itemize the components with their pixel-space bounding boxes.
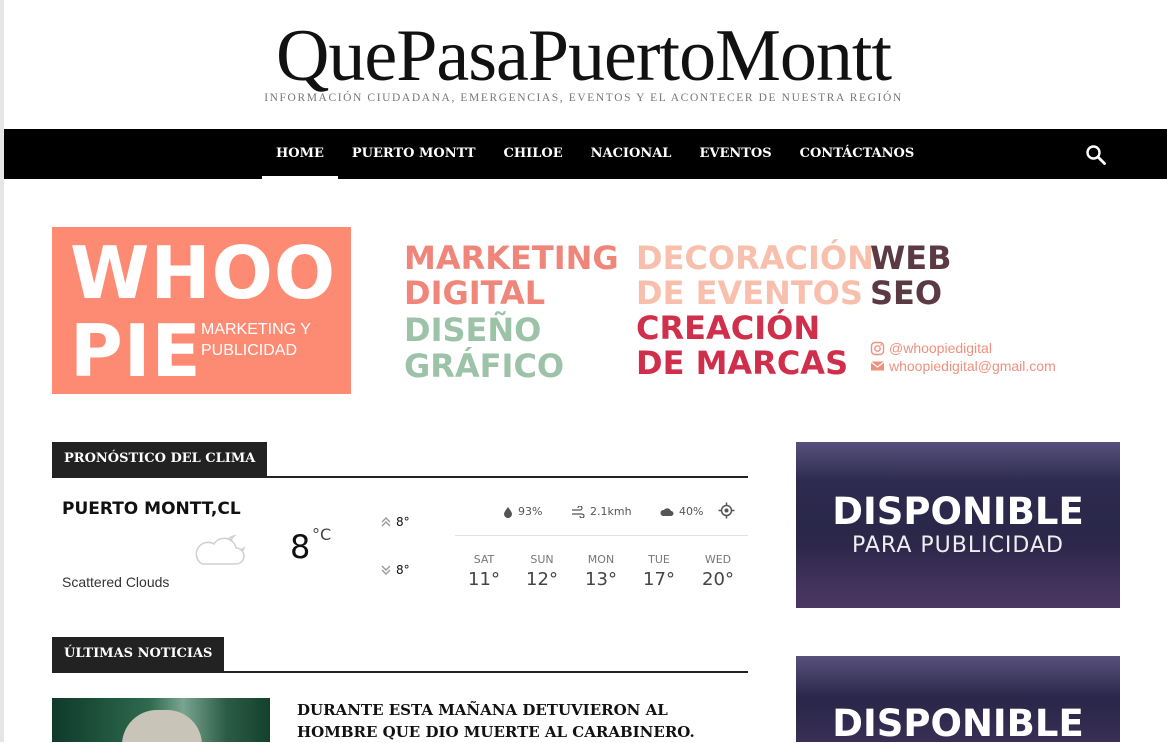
nav-item-home[interactable]: HOME xyxy=(262,129,338,179)
site-tagline: INFORMACIÓN CIUDADANA, EMERGENCIAS, EVEN… xyxy=(264,92,903,104)
brand-subtitle: MARKETING Y PUBLICIDAD xyxy=(201,319,341,361)
ad-skyline-graphic xyxy=(796,442,1120,482)
instagram-handle[interactable]: @whoopiedigital xyxy=(870,339,992,357)
site-title[interactable]: QuePasaPuertoMontt xyxy=(0,16,1167,96)
instagram-label: @whoopiedigital xyxy=(889,340,992,356)
sidebar-ad-title: DISPONIBLE xyxy=(832,490,1084,533)
cloud-icon xyxy=(660,507,674,516)
email-contact[interactable]: whoopiedigital@gmail.com xyxy=(870,357,1056,375)
nav-item-eventos[interactable]: EVENTOS xyxy=(685,129,785,179)
forecast-temp: 20° xyxy=(702,569,734,590)
weather-description: Scattered Clouds xyxy=(62,574,170,590)
ad-seo: SEO xyxy=(870,274,943,312)
news-thumbnail-figure xyxy=(122,710,202,742)
ad-decoracion-line2: DE EVENTOS xyxy=(636,274,863,312)
ad-diseno-line1: DISEÑO xyxy=(404,311,542,349)
ad-creacion-line1: CREACIÓN xyxy=(636,309,821,347)
news-section-header: ÚLTIMAS NOTICIAS xyxy=(52,637,748,673)
brand-subtitle-line2: PUBLICIDAD xyxy=(201,342,298,359)
brand-subtitle-line1: MARKETING Y xyxy=(201,321,311,338)
nav-item-contactanos[interactable]: CONTÁCTANOS xyxy=(786,129,929,179)
sidebar-ad-subtitle: PARA PUBLICIDAD xyxy=(852,533,1064,558)
chevron-double-up-icon xyxy=(381,517,391,527)
forecast-temp: 11° xyxy=(468,569,500,590)
weather-section-header: PRONÓSTICO DEL CLIMA xyxy=(52,442,748,478)
page-left-border xyxy=(0,0,4,742)
news-headline-link[interactable]: DURANTE ESTA MAÑANA DETUVIERON AL HOMBRE… xyxy=(297,699,727,743)
brand-line-pie: PIE xyxy=(70,309,202,393)
forecast-day: SAT xyxy=(473,553,495,566)
forecast-day: SUN xyxy=(530,553,554,566)
search-icon xyxy=(1086,145,1106,165)
main-nav: HOME PUERTO MONTT CHILOE NACIONAL EVENTO… xyxy=(4,129,1167,179)
wind-icon xyxy=(572,505,585,518)
sidebar-ad[interactable]: DISPONIBLE xyxy=(796,656,1120,742)
search-button[interactable] xyxy=(1085,144,1107,166)
nav-item-chiloe[interactable]: CHILOE xyxy=(490,129,577,179)
wind-value: 2.1kmh xyxy=(590,505,632,518)
nav-menu: HOME PUERTO MONTT CHILOE NACIONAL EVENTO… xyxy=(262,129,928,179)
weather-divider xyxy=(455,535,748,536)
news-section-title: ÚLTIMAS NOTICIAS xyxy=(52,637,225,671)
weather-city: PUERTO MONTT,CL xyxy=(62,499,241,519)
forecast-day: WED xyxy=(704,553,732,566)
whoopie-logo-block[interactable]: WHOO PIE MARKETING Y PUBLICIDAD xyxy=(52,227,351,394)
ad-web: WEB xyxy=(870,239,952,277)
weather-humidity: 93% xyxy=(503,505,542,518)
ad-creacion-line2: DE MARCAS xyxy=(636,344,849,382)
weather-low-value: 8° xyxy=(396,563,410,577)
weather-wind: 2.1kmh xyxy=(571,505,632,518)
sidebar-ad-title: DISPONIBLE xyxy=(832,702,1084,742)
cloud-moon-icon xyxy=(195,534,246,565)
clouds-value: 40% xyxy=(679,505,704,518)
ad-marketing-line1: MARKETING xyxy=(404,239,619,277)
weather-section-title: PRONÓSTICO DEL CLIMA xyxy=(52,442,268,476)
brand-line-whoo: WHOO xyxy=(70,231,337,315)
nav-item-puerto-montt[interactable]: PUERTO MONTT xyxy=(338,129,490,179)
ad-diseno-line2: GRÁFICO xyxy=(404,347,565,385)
humidity-value: 93% xyxy=(518,505,543,518)
forecast-day: TUE xyxy=(648,553,670,566)
ad-marketing-line2: DIGITAL xyxy=(404,274,546,312)
weather-low: 8° xyxy=(380,563,410,577)
weather-temperature: 8 xyxy=(290,528,311,566)
mail-icon xyxy=(870,361,885,371)
location-target-icon[interactable] xyxy=(718,502,735,519)
instagram-icon xyxy=(870,341,885,355)
forecast-day: MON xyxy=(587,553,615,566)
forecast-temp: 12° xyxy=(526,569,558,590)
weather-clouds: 40% xyxy=(660,505,703,518)
forecast-temp: 13° xyxy=(585,569,617,590)
chevron-double-down-icon xyxy=(381,565,391,575)
weather-high-value: 8° xyxy=(396,515,410,529)
droplet-icon xyxy=(504,506,512,518)
sidebar-ad[interactable]: DISPONIBLE PARA PUBLICIDAD xyxy=(796,442,1120,608)
nav-item-nacional[interactable]: NACIONAL xyxy=(577,129,686,179)
email-label: whoopiedigital@gmail.com xyxy=(889,358,1056,374)
weather-high: 8° xyxy=(380,515,410,529)
weather-unit: °C xyxy=(312,525,332,544)
ad-decoracion-line1: DECORACIÓN xyxy=(636,239,874,277)
forecast-temp: 17° xyxy=(643,569,675,590)
news-thumbnail[interactable] xyxy=(52,698,270,742)
ad-skyline-graphic xyxy=(796,656,1120,696)
